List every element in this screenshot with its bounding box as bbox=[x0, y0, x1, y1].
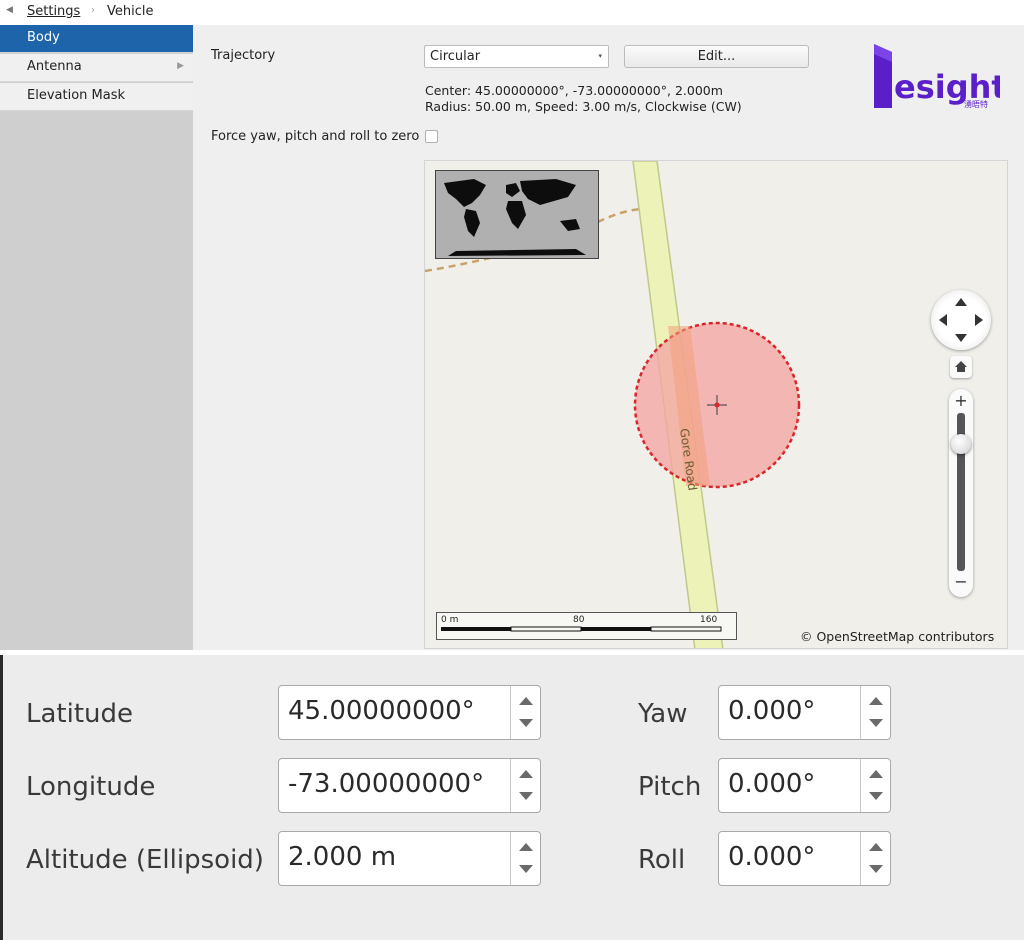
pan-control[interactable] bbox=[931, 290, 991, 350]
pitch-value[interactable]: 0.000° bbox=[728, 769, 815, 799]
decrement-icon[interactable] bbox=[519, 792, 533, 800]
yaw-stepper[interactable] bbox=[860, 686, 890, 739]
zoom-in-button[interactable]: + bbox=[949, 391, 973, 410]
pitch-stepper[interactable] bbox=[860, 759, 890, 812]
roll-label: Roll bbox=[638, 845, 686, 875]
map-attribution[interactable]: © OpenStreetMap contributors bbox=[800, 629, 994, 644]
yaw-spinbox[interactable]: 0.000° bbox=[718, 685, 891, 740]
skydel-logo: esight 湧晤特 bbox=[870, 40, 1007, 112]
back-arrow-icon[interactable]: ◀ bbox=[6, 5, 13, 15]
sidebar: Body Antenna ▶ Elevation Mask bbox=[0, 25, 193, 650]
decrement-icon[interactable] bbox=[519, 719, 533, 727]
logo-mark-icon: esight 湧晤特 bbox=[874, 44, 1007, 109]
trajectory-map[interactable]: Gore Road + − 0 m 80 160 © OpenStreetMap… bbox=[424, 160, 1008, 649]
longitude-spinbox[interactable]: -73.00000000° bbox=[278, 758, 541, 813]
sidebar-item-label: Antenna bbox=[27, 59, 82, 74]
trajectory-select-value: Circular bbox=[430, 49, 481, 64]
decrement-icon[interactable] bbox=[869, 719, 883, 727]
trajectory-label: Trajectory bbox=[211, 48, 276, 63]
zoom-slider[interactable]: + − bbox=[949, 389, 973, 597]
map-scale-bar: 0 m 80 160 bbox=[436, 612, 737, 640]
altitude-stepper[interactable] bbox=[510, 832, 540, 885]
chevron-right-icon: ▶ bbox=[177, 61, 184, 71]
latitude-stepper[interactable] bbox=[510, 686, 540, 739]
home-icon bbox=[955, 361, 967, 372]
trajectory-select[interactable]: Circular ▾ bbox=[424, 45, 609, 68]
pan-arrows-icon bbox=[939, 298, 983, 342]
home-button[interactable] bbox=[950, 356, 972, 378]
longitude-label: Longitude bbox=[26, 772, 156, 802]
sidebar-item-label: Elevation Mask bbox=[27, 88, 126, 103]
increment-icon[interactable] bbox=[519, 843, 533, 851]
trajectory-center-info: Center: 45.00000000°, -73.00000000°, 2.0… bbox=[425, 83, 723, 98]
breadcrumb: ◀ Settings › Vehicle bbox=[0, 0, 1024, 25]
roll-value[interactable]: 0.000° bbox=[728, 842, 815, 872]
increment-icon[interactable] bbox=[519, 697, 533, 705]
altitude-label: Altitude (Ellipsoid) bbox=[26, 845, 264, 875]
chevron-down-icon: ▾ bbox=[598, 52, 602, 60]
force-zero-checkbox[interactable] bbox=[425, 130, 438, 143]
yaw-value[interactable]: 0.000° bbox=[728, 696, 815, 726]
edit-trajectory-button[interactable]: Edit... bbox=[624, 45, 809, 68]
vehicle-settings-panel: ◀ Settings › Vehicle Body Antenna ▶ Elev… bbox=[0, 0, 1024, 650]
increment-icon[interactable] bbox=[519, 770, 533, 778]
world-overview-minimap[interactable] bbox=[435, 170, 599, 259]
zoom-slider-handle[interactable] bbox=[951, 434, 971, 454]
pitch-spinbox[interactable]: 0.000° bbox=[718, 758, 891, 813]
latitude-value[interactable]: 45.00000000° bbox=[288, 696, 475, 726]
yaw-label: Yaw bbox=[638, 699, 688, 729]
trajectory-radius-info: Radius: 50.00 m, Speed: 3.00 m/s, Clockw… bbox=[425, 99, 742, 114]
roll-spinbox[interactable]: 0.000° bbox=[718, 831, 891, 886]
sidebar-item-antenna[interactable]: Antenna ▶ bbox=[0, 54, 193, 82]
world-map-icon bbox=[436, 171, 598, 258]
increment-icon[interactable] bbox=[869, 843, 883, 851]
roll-stepper[interactable] bbox=[860, 832, 890, 885]
altitude-spinbox[interactable]: 2.000 m bbox=[278, 831, 541, 886]
sidebar-item-body[interactable]: Body bbox=[0, 25, 193, 53]
altitude-value[interactable]: 2.000 m bbox=[288, 842, 396, 872]
pitch-label: Pitch bbox=[638, 772, 702, 802]
position-orientation-panel: Latitude 45.00000000° Longitude -73.0000… bbox=[0, 655, 1024, 940]
latitude-label: Latitude bbox=[26, 699, 134, 729]
zoom-out-button[interactable]: − bbox=[949, 572, 973, 591]
sidebar-item-label: Body bbox=[27, 30, 60, 45]
sidebar-item-elevation-mask[interactable]: Elevation Mask bbox=[0, 83, 193, 111]
breadcrumb-settings-link[interactable]: Settings bbox=[27, 4, 80, 19]
longitude-stepper[interactable] bbox=[510, 759, 540, 812]
breadcrumb-current: Vehicle bbox=[107, 4, 154, 19]
scale-ruler bbox=[441, 626, 722, 632]
longitude-value[interactable]: -73.00000000° bbox=[288, 769, 484, 799]
decrement-icon[interactable] bbox=[869, 865, 883, 873]
logo-subtext: 湧晤特 bbox=[964, 99, 988, 109]
breadcrumb-separator: › bbox=[91, 5, 95, 16]
increment-icon[interactable] bbox=[869, 770, 883, 778]
increment-icon[interactable] bbox=[869, 697, 883, 705]
decrement-icon[interactable] bbox=[869, 792, 883, 800]
force-zero-label: Force yaw, pitch and roll to zero bbox=[211, 129, 420, 144]
latitude-spinbox[interactable]: 45.00000000° bbox=[278, 685, 541, 740]
decrement-icon[interactable] bbox=[519, 865, 533, 873]
